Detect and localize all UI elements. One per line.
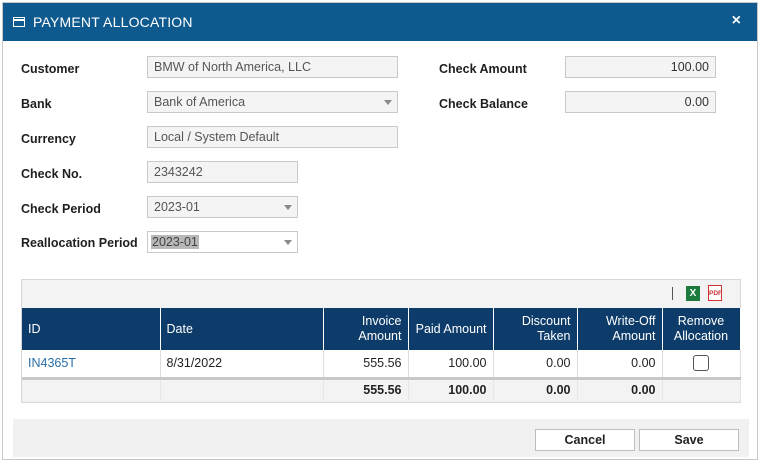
check-period-select[interactable]: 2023-01 <box>147 196 298 218</box>
column-header-id[interactable]: ID <box>22 308 161 350</box>
toolbar-separator <box>672 287 673 300</box>
reallocation-period-select[interactable]: 2023-01 <box>147 231 298 253</box>
cell-date: 8/31/2022 <box>160 350 324 380</box>
check-amount-field[interactable]: 100.00 <box>565 56 716 78</box>
payment-allocation-dialog: PAYMENT ALLOCATION × Customer Bank Curre… <box>2 2 758 460</box>
check-no-field[interactable]: 2343242 <box>147 161 298 183</box>
remove-allocation-checkbox[interactable] <box>693 355 709 372</box>
bank-label: Bank <box>21 97 52 111</box>
column-header-paid-amount[interactable]: Paid Amount <box>408 308 494 350</box>
check-period-label: Check Period <box>21 202 101 216</box>
total-discount-taken: 0.00 <box>493 378 578 400</box>
pdf-export-icon[interactable]: PDF <box>708 285 722 301</box>
chevron-down-icon[interactable] <box>279 197 297 217</box>
window-icon <box>13 17 25 27</box>
check-no-label: Check No. <box>21 167 83 181</box>
currency-label: Currency <box>21 132 76 146</box>
save-button[interactable]: Save <box>639 429 739 451</box>
total-write-off-amount: 0.00 <box>577 378 663 400</box>
column-header-invoice-amount[interactable]: Invoice Amount <box>323 308 409 350</box>
table-header-row: ID Date Invoice Amount Paid Amount Disco… <box>22 308 741 350</box>
allocation-grid: X PDF ID Date Invoice Amount Paid Amount… <box>21 279 741 403</box>
column-header-write-off-amount[interactable]: Write-Off Amount <box>577 308 663 350</box>
dialog-title-bar: PAYMENT ALLOCATION × <box>3 3 757 41</box>
dialog-footer: Cancel Save <box>13 419 749 457</box>
chevron-down-icon[interactable] <box>379 92 397 112</box>
grid-toolbar: X PDF <box>22 280 740 308</box>
total-cell-remove <box>662 378 741 400</box>
totals-row: 555.56 100.00 0.00 0.00 <box>22 378 741 400</box>
cell-write-off-amount[interactable]: 0.00 <box>577 350 663 380</box>
chevron-down-icon[interactable] <box>279 232 297 252</box>
column-header-discount-taken[interactable]: Discount Taken <box>493 308 578 350</box>
allocation-table: ID Date Invoice Amount Paid Amount Disco… <box>22 308 741 400</box>
bank-select-value: Bank of America <box>154 95 246 109</box>
total-cell-id <box>22 378 161 400</box>
customer-label: Customer <box>21 62 80 76</box>
excel-export-icon[interactable]: X <box>686 286 700 301</box>
invoice-link[interactable]: IN4365T <box>28 356 76 370</box>
reallocation-period-label: Reallocation Period <box>21 236 138 250</box>
table-row: IN4365T 8/31/2022 555.56 100.00 0.00 0.0… <box>22 350 741 380</box>
column-header-remove-allocation[interactable]: Remove Allocation <box>662 308 741 350</box>
check-period-value: 2023-01 <box>154 200 200 214</box>
cell-remove-allocation <box>662 350 741 380</box>
bank-select[interactable]: Bank of America <box>147 91 398 113</box>
close-icon[interactable]: × <box>732 12 741 30</box>
column-header-date[interactable]: Date <box>160 308 324 350</box>
customer-field[interactable]: BMW of North America, LLC <box>147 56 398 78</box>
total-invoice-amount: 555.56 <box>323 378 409 400</box>
cell-discount-taken[interactable]: 0.00 <box>493 350 578 380</box>
dialog-title: PAYMENT ALLOCATION <box>33 14 193 30</box>
reallocation-period-value: 2023-01 <box>151 235 199 249</box>
cancel-button[interactable]: Cancel <box>535 429 635 451</box>
total-paid-amount: 100.00 <box>408 378 494 400</box>
cell-id[interactable]: IN4365T <box>22 350 161 380</box>
currency-field[interactable]: Local / System Default <box>147 126 398 148</box>
check-amount-label: Check Amount <box>439 62 527 76</box>
cell-paid-amount[interactable]: 100.00 <box>408 350 494 380</box>
total-cell-date <box>160 378 324 400</box>
check-balance-field[interactable]: 0.00 <box>565 91 716 113</box>
check-balance-label: Check Balance <box>439 97 528 111</box>
cell-invoice-amount: 555.56 <box>323 350 409 380</box>
